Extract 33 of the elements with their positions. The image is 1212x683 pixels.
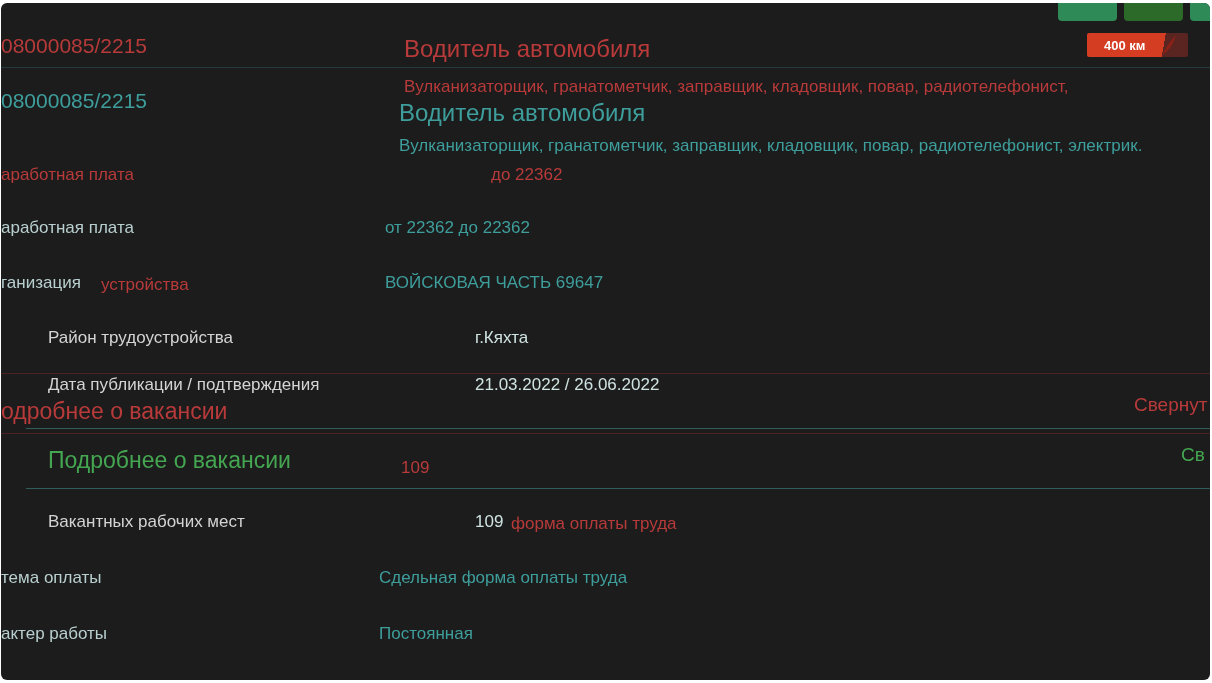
field-label: устройства [101,274,189,296]
field-value: г.Кяхта [475,327,529,349]
toolbar-button[interactable] [1124,3,1183,21]
vacancy-title: Водитель автомобиля [399,99,646,127]
field-value: форма оплаты труда [511,513,677,535]
field-value: Постоянная [379,623,473,645]
field-value: Сдельная форма оплаты труда [379,567,628,589]
field-label: ганизация [1,272,81,294]
vacancy-number: 08000085/2215 [1,88,147,114]
field-label: Дата публикации / подтверждения [48,374,320,396]
field-label: Вакантных рабочих мест [48,511,245,533]
section-title: Подробнее о вакансии [48,447,291,473]
toolbar-button[interactable] [1190,3,1210,21]
field-value: 21.03.2022 / 26.06.2022 [475,374,660,396]
field-label: аработная плата [1,217,134,239]
field-value: 109 [401,457,430,479]
skills-text: Вулканизаторщик, гранатометчик, заправщик, кладовщик, повар, радиотелефонист, [404,77,1069,97]
section-title: одробнее о вакансии [1,398,228,424]
field-value: ВОЙСКОВАЯ ЧАСТЬ 69647 [385,272,604,294]
collapse-link[interactable]: Св [1181,443,1205,467]
vacancy-number: 08000085/2215 [1,33,147,59]
field-value: до 22362 [491,164,563,186]
toolbar-button[interactable] [1058,3,1117,21]
vacancy-title: Водитель автомобиля [404,35,651,63]
field-label: тема оплаты [1,567,102,589]
field-label: актер работы [1,623,108,645]
field-label: Район трудоустройства [48,327,234,349]
distance-badge: 400 км [1087,33,1188,57]
field-value: от 22362 до 22362 [385,217,530,239]
collapse-link[interactable]: Свернут [1134,393,1208,417]
field-label: аработная плата [1,164,134,186]
skills-text: Вулканизаторщик, гранатометчик, заправщик, кладовщик, повар, радиотелефонист, электрик. [399,135,1144,157]
field-value: 109 [475,511,504,533]
